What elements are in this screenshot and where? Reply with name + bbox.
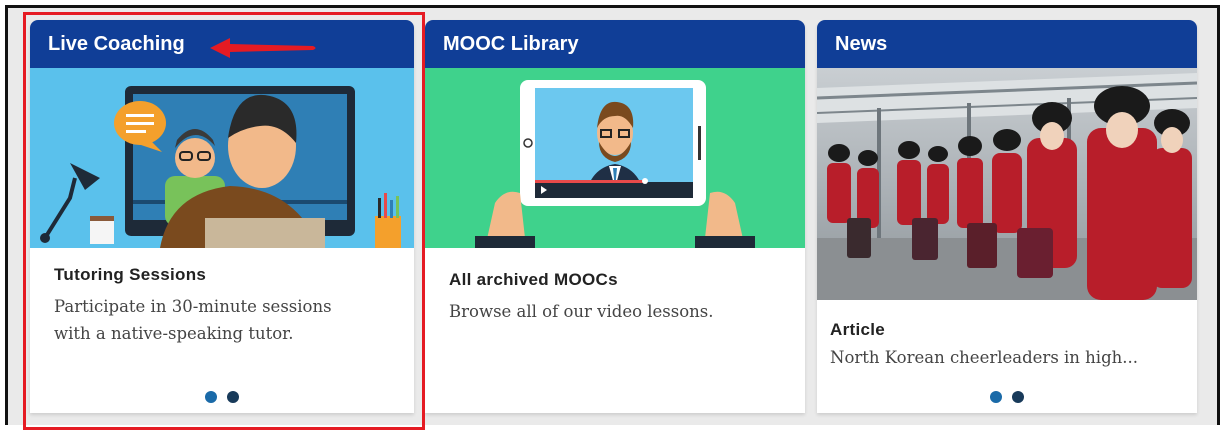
live-coaching-card[interactable]: Live Coaching Tutoring Sessions Particip… [30, 20, 414, 413]
red-arrow-icon [210, 38, 316, 58]
card-header-label: Live Coaching [48, 33, 185, 55]
carousel-dots [817, 388, 1197, 407]
card-header-label: MOOC Library [443, 33, 579, 55]
cheerleaders-photo [817, 68, 1197, 300]
carousel-dot-1[interactable] [205, 391, 217, 403]
card-description: Browse all of our video lessons. [449, 302, 714, 321]
carousel-dot-1[interactable] [990, 391, 1002, 403]
carousel-dot-2[interactable] [1012, 391, 1024, 403]
card-description: North Korean cheerleaders in high... [830, 348, 1139, 367]
tutor-video-call-illustration [30, 68, 414, 248]
card-title: All archived MOOCs [449, 270, 618, 289]
card-title: Tutoring Sessions [54, 265, 207, 284]
carousel-dots [30, 388, 414, 407]
tablet-video-player-illustration [425, 68, 805, 248]
mooc-library-card[interactable]: MOOC Library All archived MOOCs Browse a… [425, 20, 805, 413]
news-card[interactable]: News Article North Korean cheerleaders i… [817, 20, 1197, 413]
card-title: Article [830, 320, 886, 339]
carousel-dot-2[interactable] [227, 391, 239, 403]
news-header[interactable]: News [817, 20, 1197, 68]
card-header-label: News [835, 33, 888, 55]
mooc-library-header[interactable]: MOOC Library [425, 20, 805, 68]
card-description: Participate in 30-minute sessions with a… [54, 297, 332, 343]
